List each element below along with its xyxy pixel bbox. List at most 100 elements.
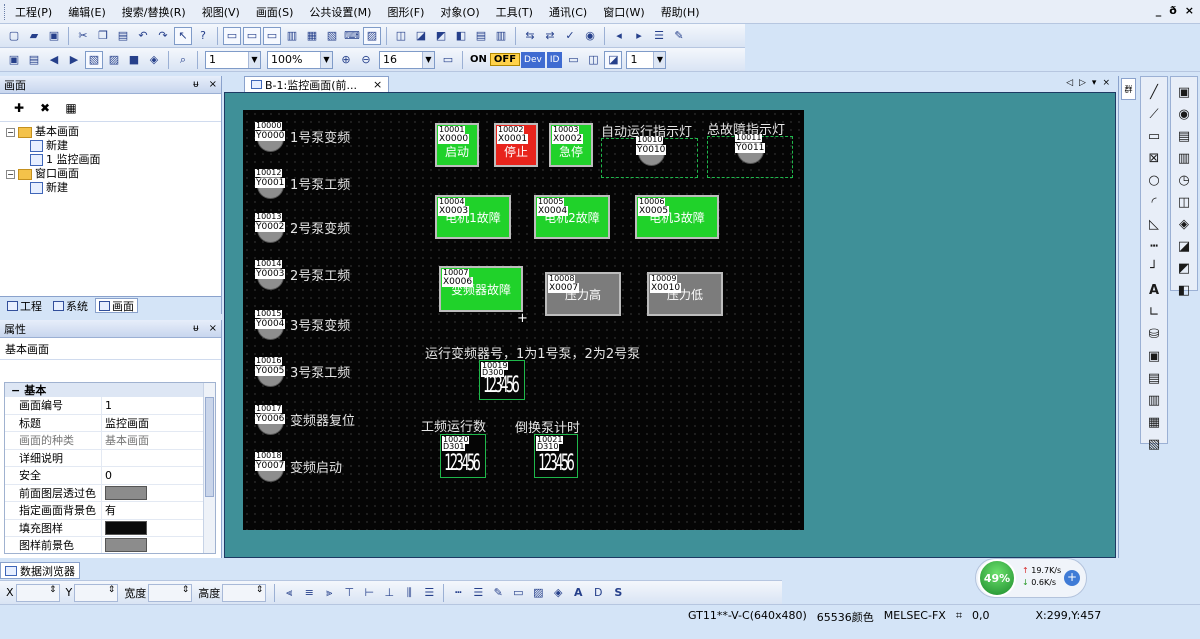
menu-help[interactable]: 帮助(H) — [661, 4, 700, 20]
tool-icon[interactable]: ✎ — [670, 27, 688, 45]
color-swatch[interactable] — [105, 520, 147, 535]
clock-object-icon[interactable]: ◷ — [1175, 173, 1193, 189]
collapse-icon[interactable]: − — [11, 384, 20, 397]
lamp-vfd-start[interactable]: 10018 Y0007 — [255, 452, 289, 488]
layer-front-icon[interactable]: ◫ — [584, 51, 602, 69]
align-icon[interactable]: ◫ — [392, 27, 410, 45]
tree-window-new[interactable]: 新建 — [6, 181, 215, 195]
line-icon[interactable]: ╱ — [1145, 85, 1163, 101]
pattern-icon[interactable]: ▨ — [105, 51, 123, 69]
property-group-basic[interactable]: − 基本 — [5, 383, 215, 397]
pin-icon[interactable]: ᵾ — [193, 323, 198, 334]
zoom-combo[interactable]: 100% ▼ — [267, 50, 333, 69]
menu-search-replace[interactable]: 搜索/替换(R) — [122, 4, 186, 20]
lamp-pump3-line[interactable]: 10016 Y0005 — [255, 357, 289, 393]
screen-settings-icon[interactable]: ▦ — [62, 99, 80, 117]
line-width-icon[interactable]: ☰ — [469, 584, 487, 602]
stamp-icon[interactable]: ▦ — [1145, 415, 1163, 431]
lamp-pump3-vfd[interactable]: 10015 Y0004 — [255, 310, 289, 346]
hmi-canvas[interactable]: 10000 Y0000 1号泵变频 10012 Y0001 1号泵工频 10013 Y… — [243, 110, 804, 530]
forward-icon[interactable]: ▶ — [65, 51, 83, 69]
screen-copy-icon[interactable]: ▭ — [263, 26, 281, 45]
save-icon[interactable]: ▣ — [45, 27, 63, 45]
menu-tools[interactable]: 工具(T) — [496, 4, 533, 20]
screen-window-icon[interactable]: ▭ — [243, 26, 261, 45]
data-browser-tab[interactable]: 数据浏览器 — [0, 562, 80, 579]
emergency-stop-button[interactable]: 10003 X0002 急停 — [549, 123, 593, 167]
preview-icon[interactable]: ▭ — [564, 51, 582, 69]
screen-property-icon[interactable]: ▨ — [363, 26, 381, 45]
open-icon[interactable]: ▰ — [25, 27, 43, 45]
pane-close-icon[interactable]: × — [209, 323, 217, 334]
cut-icon[interactable]: ✂ — [74, 27, 92, 45]
switch-timer-display[interactable]: 10021 D310 123456 — [534, 434, 578, 478]
snap-icon[interactable]: ▧ — [85, 50, 103, 69]
prop-value[interactable]: 有 — [102, 502, 215, 519]
new-icon[interactable]: ▢ — [5, 27, 23, 45]
font-style-icon[interactable]: S — [609, 584, 627, 602]
pressure-high-button[interactable]: 10008 X0007 压力高 — [545, 272, 621, 316]
tab-list-icon[interactable]: ▾ — [1092, 78, 1097, 88]
select-pointer-icon[interactable]: ↖ — [174, 26, 192, 45]
library-icon[interactable]: ▥ — [283, 27, 301, 45]
help-icon[interactable]: ? — [194, 27, 212, 45]
prop-row-pattern-fg[interactable]: 图样前景色 — [5, 537, 215, 553]
undo-icon[interactable]: ↶ — [134, 27, 152, 45]
expand-plus-icon[interactable]: + — [1064, 570, 1080, 586]
numeric-object-icon[interactable]: ▤ — [1175, 129, 1193, 145]
prop-row-screen-number[interactable]: 画面编号 1 — [5, 397, 215, 415]
scrollbar-thumb[interactable] — [205, 397, 214, 497]
layer-combo[interactable]: 1 ▼ — [205, 50, 261, 69]
total-fault-lamp[interactable]: 10011 Y0011 — [735, 134, 769, 170]
prop-value[interactable] — [102, 520, 215, 537]
prop-row-bg-color[interactable]: 指定画面背景色有 — [5, 502, 215, 520]
menu-screen[interactable]: 画面(S) — [256, 4, 294, 20]
tree-base-screens[interactable]: − 基本画面 — [6, 125, 215, 139]
scroll-left-icon[interactable]: ◁ — [1066, 78, 1073, 88]
vfd-fault-button[interactable]: 10007 X0006 变频器故障 — [439, 266, 523, 312]
prop-value[interactable]: 1 — [102, 397, 215, 414]
pattern-fill-icon[interactable]: ▨ — [529, 584, 547, 602]
new-object-icon[interactable]: ▣ — [5, 51, 23, 69]
prop-row-fill-pattern[interactable]: 填充图样 — [5, 519, 215, 537]
motor1-fault-button[interactable]: 10004 X0003 电机1故障 — [435, 195, 511, 239]
tab-screen[interactable]: 画面 — [95, 298, 138, 313]
prop-row-screen-type[interactable]: 画面的种类 基本画面 — [5, 432, 215, 450]
lamp-pump1-line[interactable]: 10012 Y0001 — [255, 169, 289, 205]
sector-icon[interactable]: ◺ — [1145, 217, 1163, 233]
scroll-right-icon[interactable]: ▷ — [1079, 78, 1086, 88]
transfer-icon[interactable]: ⇆ — [521, 27, 539, 45]
screen-image-icon[interactable]: ▧ — [323, 27, 341, 45]
grid-style-icon[interactable]: ▭ — [439, 51, 457, 69]
motor2-fault-button[interactable]: 10005 X0004 电机2故障 — [534, 195, 610, 239]
keyboard-icon[interactable]: ⌨ — [343, 27, 361, 45]
y-input[interactable]: ⇕ — [74, 583, 119, 602]
device-list-icon[interactable]: ▤ — [472, 27, 490, 45]
extra-object-icon[interactable]: ◧ — [1175, 283, 1193, 299]
bracket-icon[interactable]: ∟ — [1145, 305, 1163, 321]
stop-button[interactable]: 10002 X0001 停止 — [494, 123, 538, 167]
tab-system[interactable]: 系统 — [49, 298, 92, 313]
pane-close-icon[interactable]: × — [209, 79, 217, 90]
tree-monitor-screen[interactable]: 1 监控画面 — [6, 153, 215, 167]
collapse-icon[interactable]: − — [6, 169, 15, 179]
palette-icon[interactable]: ▦ — [303, 27, 321, 45]
lamp-pump2-line[interactable]: 10014 Y0003 — [255, 260, 289, 296]
menu-edit[interactable]: 编辑(E) — [68, 4, 106, 20]
rectangle-icon[interactable]: ▭ — [1145, 129, 1163, 145]
zoom-out-icon[interactable]: ⊖ — [357, 51, 375, 69]
width-input[interactable]: ⇕ — [148, 583, 193, 602]
piping-icon[interactable]: ┘ — [1145, 261, 1163, 277]
bitmap-icon[interactable]: ▥ — [1145, 393, 1163, 409]
library-tab[interactable]: 群 — [1121, 78, 1136, 100]
scale-icon[interactable]: ┅ — [1145, 239, 1163, 255]
tab-close-icon[interactable]: × — [373, 78, 382, 91]
restore-button[interactable]: ð — [1169, 4, 1177, 17]
distribute-v-icon[interactable]: ☰ — [420, 584, 438, 602]
image-icon[interactable]: ▣ — [1145, 349, 1163, 365]
paint-bucket-icon[interactable]: ⛁ — [1145, 327, 1163, 343]
copy-icon[interactable]: ❐ — [94, 27, 112, 45]
auto-run-lamp[interactable]: 10010 Y0010 — [636, 136, 670, 172]
menu-figure[interactable]: 图形(F) — [387, 4, 424, 20]
color-swatch[interactable] — [105, 538, 147, 553]
